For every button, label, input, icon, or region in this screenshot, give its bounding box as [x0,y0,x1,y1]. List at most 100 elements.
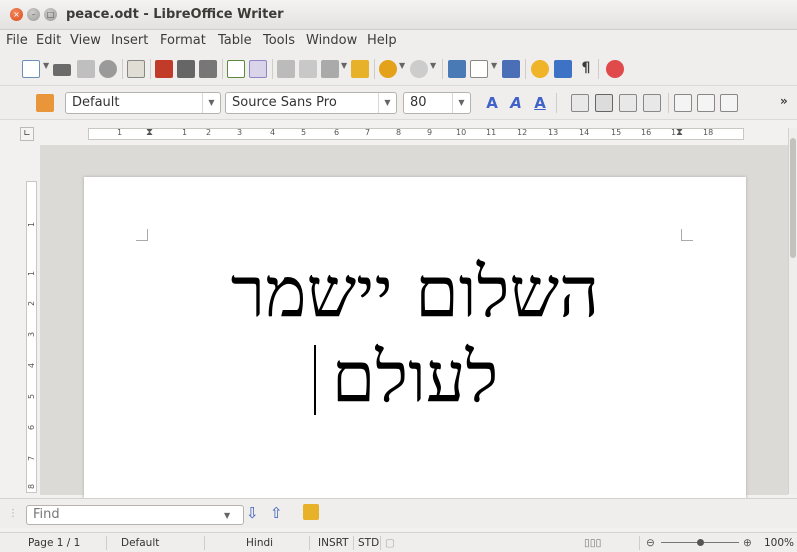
ruler-number: 2 [206,128,212,137]
save-icon[interactable] [77,60,95,78]
ruler-number: 8 [396,128,402,137]
horizontal-ruler[interactable]: 1 1 2 3 4 5 6 7 8 9 10 11 12 13 14 15 16… [88,127,744,140]
export-pdf-icon[interactable] [155,60,173,78]
page-count[interactable]: Page 1 / 1 [28,537,80,549]
hyperlink-icon[interactable] [448,60,466,78]
autospellcheck-icon[interactable] [249,60,267,78]
italic-icon[interactable]: A [507,94,525,112]
new-document-icon[interactable] [22,60,40,78]
document-page[interactable]: השלום יישמר לעולם [84,177,746,507]
decrease-indent-icon[interactable] [720,94,738,112]
print-preview-icon[interactable] [199,60,217,78]
spellcheck-icon[interactable] [227,60,245,78]
ruler-number: 6 [334,128,340,137]
view-layout-icon[interactable]: ▯▯▯ [584,537,601,549]
find-replace-icon[interactable] [303,504,319,520]
bold-icon[interactable]: A [483,94,501,112]
cut-icon[interactable] [277,60,295,78]
help-icon[interactable] [606,60,624,78]
chevron-down-icon[interactable]: ▼ [378,93,396,113]
chevron-down-icon[interactable]: ▼ [43,61,49,70]
menu-view[interactable]: View [70,33,101,48]
scrollbar-thumb[interactable] [790,138,796,258]
chevron-down-icon[interactable]: ▼ [224,511,230,520]
ruler-number: 7 [365,128,371,137]
zoom-out-icon[interactable]: ⊖ [646,537,655,549]
menu-window[interactable]: Window [306,33,357,48]
chevron-down-icon[interactable]: ▼ [491,61,497,70]
find-input[interactable]: Find [26,505,244,525]
ruler-number: 5 [301,128,307,137]
zoom-level[interactable]: 100% [764,537,794,549]
numbering-icon[interactable] [674,94,692,112]
selection-mode[interactable]: STD [358,537,379,549]
bullets-icon[interactable] [697,94,715,112]
minimize-window-button[interactable]: – [27,8,40,21]
menu-file[interactable]: File [6,33,28,48]
document-text-line-1[interactable]: השלום יישמר [84,252,746,332]
toolbar-overflow-icon[interactable]: » [780,94,797,112]
print-icon[interactable] [177,60,195,78]
align-right-icon[interactable] [619,94,637,112]
ruler-number: 4 [270,128,276,137]
zoom-slider-handle[interactable] [697,539,704,546]
font-name-select[interactable]: Source Sans Pro ▼ [225,92,397,114]
status-bar: Page 1 / 1 Default Hindi INSRT STD ▢ ▯▯▯… [0,532,797,552]
chevron-down-icon[interactable]: ▼ [430,61,436,70]
menu-insert[interactable]: Insert [111,33,148,48]
insert-mode[interactable]: INSRT [318,537,349,549]
find-next-icon[interactable]: ⇩ [246,504,259,522]
font-name-value: Source Sans Pro [232,95,337,110]
tab-stop-selector[interactable]: ∟ [20,127,34,141]
table-icon[interactable] [470,60,488,78]
gallery-icon[interactable] [554,60,572,78]
font-size-select[interactable]: 80 ▼ [403,92,471,114]
open-folder-icon[interactable] [53,64,71,76]
zoom-in-icon[interactable]: ⊕ [743,537,752,549]
menu-edit[interactable]: Edit [36,33,61,48]
ruler-number: 3 [237,128,243,137]
chevron-down-icon[interactable]: ▼ [399,61,405,70]
menu-table[interactable]: Table [218,33,252,48]
copy-icon[interactable] [299,60,317,78]
find-previous-icon[interactable]: ⇧ [270,504,283,522]
chevron-down-icon[interactable]: ▼ [341,61,347,70]
maximize-window-button[interactable]: □ [44,8,57,21]
paragraph-style-value: Default [72,95,120,110]
close-window-button[interactable]: × [10,8,23,21]
ruler-number: 4 [27,362,36,369]
paste-icon[interactable] [321,60,339,78]
indent-marker-icon[interactable]: ⧗ [146,127,153,138]
text-language[interactable]: Hindi [246,537,273,549]
navigator-icon[interactable] [531,60,549,78]
menu-tools[interactable]: Tools [263,33,295,48]
email-icon[interactable] [99,60,117,78]
align-left-icon[interactable] [571,94,589,112]
justify-icon[interactable] [643,94,661,112]
chevron-down-icon[interactable]: ▼ [452,93,470,113]
page-style[interactable]: Default [121,537,159,549]
paragraph-style-select[interactable]: Default ▼ [65,92,221,114]
edit-mode-icon[interactable] [127,60,145,78]
formatting-marks-icon[interactable]: ¶ [577,60,595,78]
document-text-line-2[interactable]: לעולם [84,337,746,417]
ruler-number: 3 [27,331,36,338]
redo-icon[interactable] [410,60,428,78]
indent-marker-icon[interactable]: ⧗ [676,127,683,138]
underline-icon[interactable]: A [531,94,549,112]
undo-icon[interactable] [379,60,397,78]
chevron-down-icon[interactable]: ▼ [202,93,220,113]
clone-formatting-icon[interactable] [351,60,369,78]
vertical-scrollbar[interactable] [788,128,797,494]
menu-format[interactable]: Format [160,33,206,48]
text-cursor [314,345,316,415]
ruler-number: 5 [27,393,36,400]
styles-icon[interactable] [36,94,54,112]
standard-toolbar: ▼ ▼ ▼ ▼ ▼ ¶ [0,52,797,86]
menu-help[interactable]: Help [367,33,397,48]
document-canvas[interactable]: השלום יישמר לעולם [40,145,788,507]
align-center-icon[interactable] [595,94,613,112]
ruler-number: 1 [27,270,36,277]
vertical-ruler[interactable]: 1 1 2 3 4 5 6 7 8 [26,181,37,493]
show-draw-functions-icon[interactable] [502,60,520,78]
